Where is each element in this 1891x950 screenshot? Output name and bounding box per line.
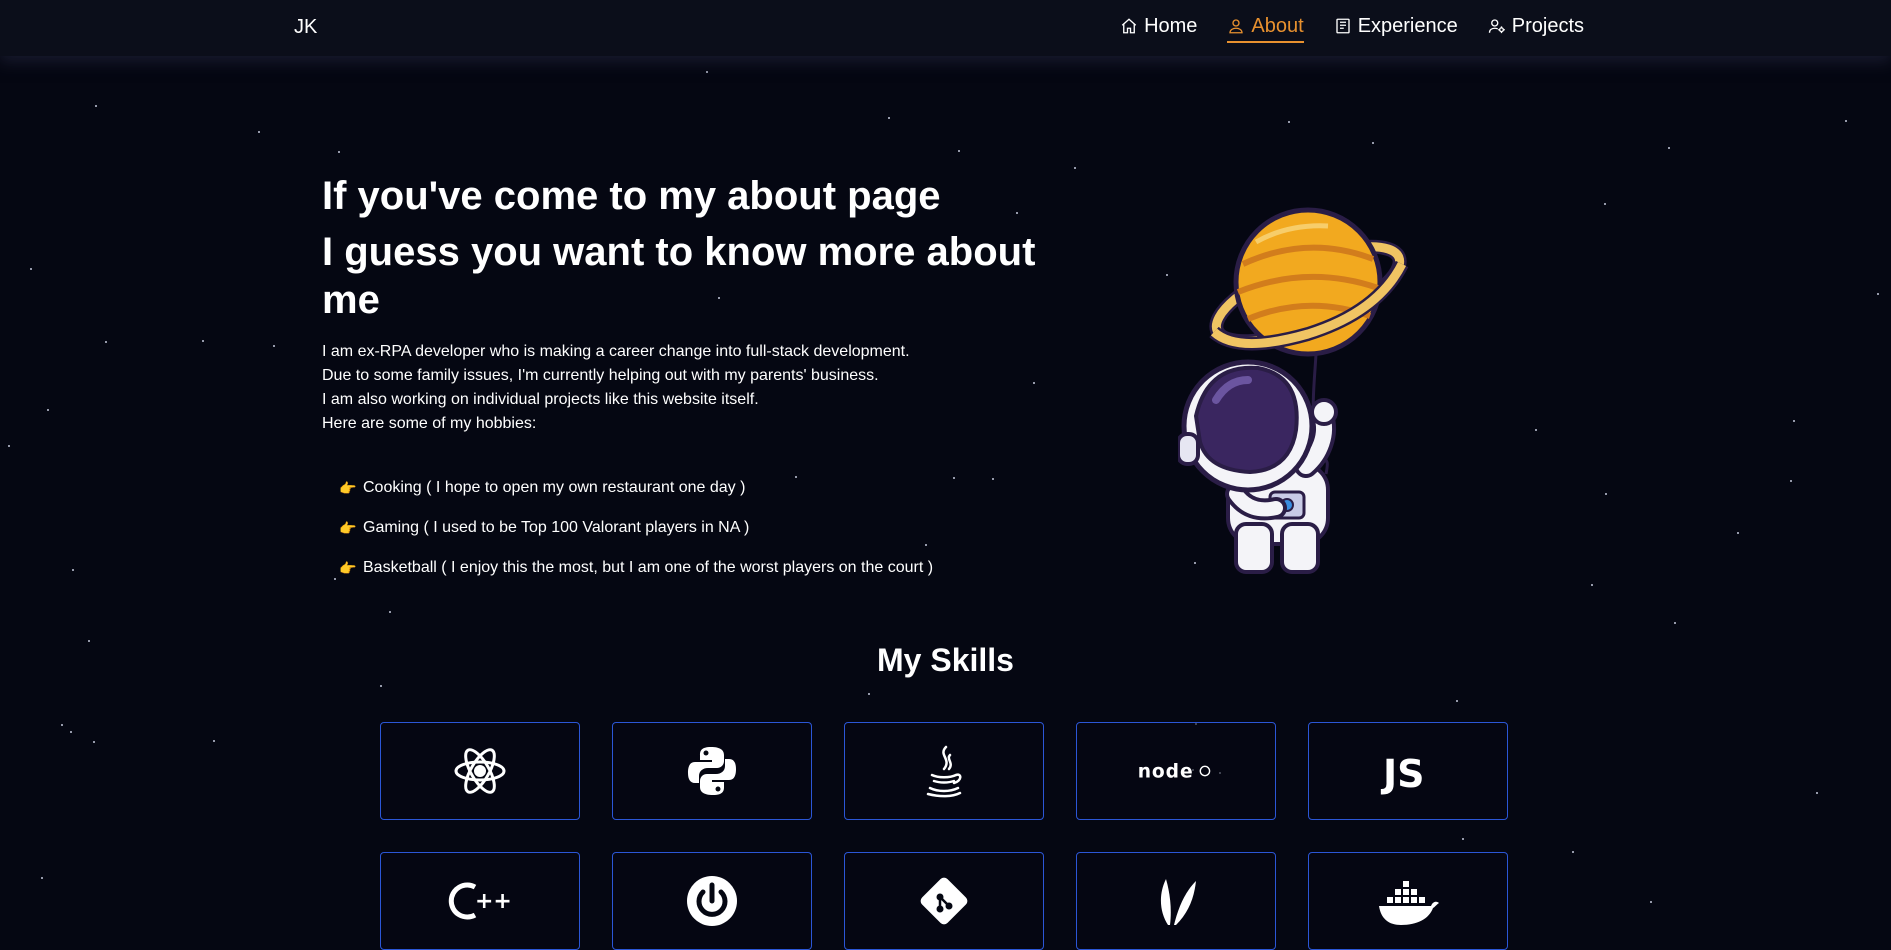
star-dot bbox=[338, 151, 340, 153]
brand-logo[interactable]: JK bbox=[294, 16, 317, 39]
hobby-list: 👉 Cooking ( I hope to open my own restaur… bbox=[339, 476, 1042, 580]
about-line: I am also working on individual projects… bbox=[322, 391, 759, 408]
python-icon bbox=[688, 747, 736, 795]
star-dot bbox=[202, 340, 204, 342]
star-dot bbox=[706, 71, 708, 73]
star-dot bbox=[380, 685, 382, 687]
spring-icon bbox=[687, 876, 737, 926]
skill-card-react[interactable] bbox=[380, 722, 580, 820]
nav-item-projects[interactable]: Projects bbox=[1488, 14, 1584, 43]
star-dot bbox=[258, 131, 260, 133]
cplusplus-icon: ++ bbox=[448, 882, 512, 920]
about-title-line1: If you've come to my about page bbox=[322, 174, 941, 218]
star-dot bbox=[1845, 120, 1847, 122]
star-dot bbox=[93, 741, 95, 743]
about-line: Due to some family issues, I'm currently… bbox=[322, 367, 879, 384]
nav-item-experience[interactable]: Experience bbox=[1334, 14, 1458, 43]
cplusplus-logo-text: ++ bbox=[475, 889, 512, 914]
java-icon bbox=[926, 745, 962, 798]
star-dot bbox=[72, 569, 74, 571]
list-item: 👉 Gaming ( I used to be Top 100 Valorant … bbox=[339, 516, 1042, 540]
home-icon bbox=[1121, 18, 1137, 34]
skill-card-git[interactable] bbox=[844, 852, 1044, 950]
about-line: I am ex-RPA developer who is making a ca… bbox=[322, 343, 910, 360]
star-dot bbox=[1166, 274, 1168, 276]
nav-label-projects: Projects bbox=[1511, 15, 1584, 37]
about-intro: If you've come to my about page I guess … bbox=[322, 172, 1042, 596]
list-item: 👉 Cooking ( I hope to open my own restaur… bbox=[339, 476, 1042, 500]
about-line: Here are some of my hobbies: bbox=[322, 415, 537, 432]
star-dot bbox=[70, 731, 72, 733]
star-dot bbox=[61, 724, 63, 726]
star-dot bbox=[30, 268, 32, 270]
skill-card-cplusplus[interactable]: ++ bbox=[380, 852, 580, 950]
star-dot bbox=[958, 150, 960, 152]
nav-label-home: Home bbox=[1144, 15, 1198, 37]
nav-label-experience: Experience bbox=[1357, 15, 1458, 37]
nodejs-icon: node bbox=[1138, 762, 1211, 783]
star-dot bbox=[273, 345, 275, 347]
list-item: 👉 Basketball ( I enjoy this the most, but… bbox=[339, 556, 1042, 580]
star-dot bbox=[888, 117, 890, 119]
star-dot bbox=[1650, 901, 1652, 903]
nav-label-about: About bbox=[1251, 15, 1304, 37]
hobby-text: Gaming ( I used to be Top 100 Valorant p… bbox=[363, 519, 750, 536]
nav-item-about[interactable]: About bbox=[1227, 14, 1304, 43]
nav-item-home[interactable]: Home bbox=[1120, 14, 1197, 43]
star-dot bbox=[8, 445, 10, 447]
skills-title: My Skills bbox=[877, 642, 1014, 678]
skill-card-apache[interactable] bbox=[1076, 852, 1276, 950]
star-dot bbox=[1605, 493, 1607, 495]
skill-card-spring[interactable] bbox=[612, 852, 812, 950]
nodejs-logo-text: node bbox=[1138, 762, 1194, 783]
skill-card-docker[interactable] bbox=[1308, 852, 1508, 950]
star-dot bbox=[41, 877, 43, 879]
star-dot bbox=[1674, 622, 1676, 624]
skill-card-nodejs[interactable]: node bbox=[1076, 722, 1276, 820]
javascript-logo-text: JS bbox=[1380, 752, 1425, 796]
astronaut-illustration bbox=[1178, 207, 1409, 574]
star-dot bbox=[105, 341, 107, 343]
document-icon bbox=[1336, 18, 1350, 34]
star-dot bbox=[1793, 420, 1795, 422]
apache-feather-icon bbox=[1160, 879, 1196, 925]
star-dot bbox=[389, 611, 391, 613]
star-dot bbox=[868, 693, 870, 695]
star-dot bbox=[213, 740, 215, 742]
star-dot bbox=[1372, 142, 1374, 144]
star-dot bbox=[1816, 792, 1818, 794]
star-dot bbox=[1456, 700, 1458, 702]
skill-card-python[interactable] bbox=[612, 722, 812, 820]
star-dot bbox=[1790, 480, 1792, 482]
pointing-hand-icon: 👉 bbox=[339, 519, 357, 536]
react-icon bbox=[454, 748, 506, 794]
hobby-text: Basketball ( I enjoy this the most, but … bbox=[363, 559, 934, 576]
skill-card-java[interactable] bbox=[844, 722, 1044, 820]
star-dot bbox=[1074, 167, 1076, 169]
star-dot bbox=[1604, 203, 1606, 205]
star-dot bbox=[95, 105, 97, 107]
navbar: JK Home About Experience Projects bbox=[0, 0, 1891, 56]
skill-card-javascript[interactable]: JS bbox=[1308, 722, 1508, 820]
pointing-hand-icon: 👉 bbox=[339, 479, 357, 496]
star-dot bbox=[1737, 532, 1739, 534]
user-gear-icon bbox=[1488, 19, 1505, 34]
star-dot bbox=[1877, 293, 1879, 295]
star-dot bbox=[1288, 121, 1290, 123]
star-dot bbox=[1535, 429, 1537, 431]
star-dot bbox=[1591, 584, 1593, 586]
skill-grid: node JS ++ bbox=[380, 722, 1508, 950]
star-dot bbox=[1668, 147, 1670, 149]
git-icon bbox=[920, 877, 968, 925]
pointing-hand-icon: 👉 bbox=[339, 559, 357, 576]
about-title-line2: I guess you want to know more about me bbox=[322, 230, 1036, 322]
star-dot bbox=[47, 409, 49, 411]
nav-links: Home About Experience Projects bbox=[1120, 14, 1584, 43]
hobby-text: Cooking ( I hope to open my own restaura… bbox=[363, 479, 746, 496]
about-paragraph: I am ex-RPA developer who is making a ca… bbox=[322, 340, 1042, 436]
star-dot bbox=[1572, 851, 1574, 853]
docker-icon bbox=[1379, 881, 1439, 925]
user-icon bbox=[1229, 19, 1244, 34]
javascript-icon: JS bbox=[1380, 752, 1425, 796]
